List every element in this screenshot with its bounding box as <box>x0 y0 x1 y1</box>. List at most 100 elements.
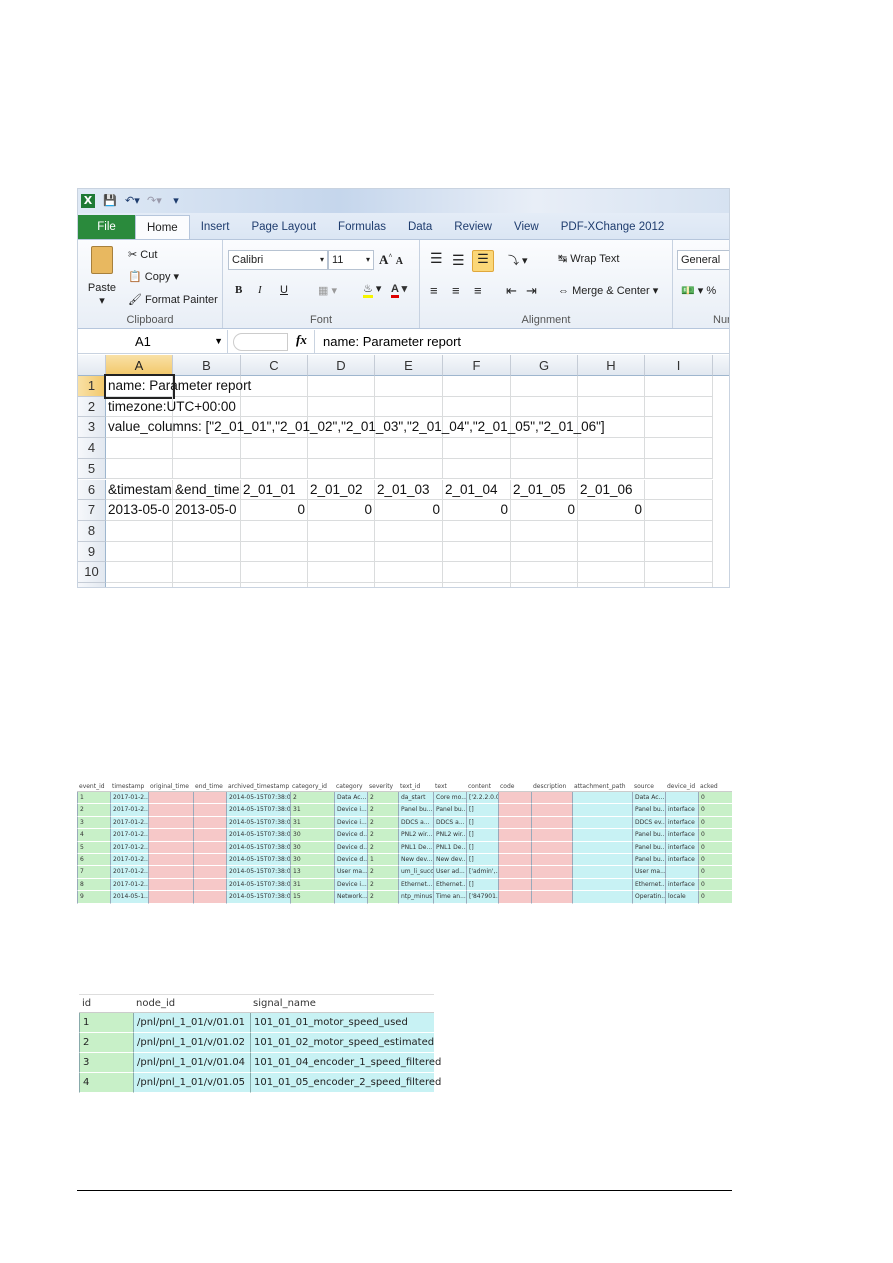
cell-E2[interactable] <box>375 396 443 418</box>
bold-button[interactable]: B <box>235 284 242 296</box>
row-header-10[interactable]: 10 <box>78 562 106 583</box>
table-row[interactable]: 7 2017-01-2... 2014-05-15T07:38:0... 13 User… <box>77 866 732 879</box>
tab-data[interactable]: Data <box>397 215 443 239</box>
cell-D9[interactable] <box>308 541 375 563</box>
column-header-F[interactable]: F <box>443 355 511 376</box>
cell-G6[interactable]: 2_01_05 <box>511 479 578 501</box>
cell-F1[interactable] <box>443 376 511 397</box>
column-header-severity[interactable]: severity <box>367 782 398 792</box>
column-header-original-time[interactable]: original_time <box>148 782 193 792</box>
cell-C10[interactable] <box>241 562 308 583</box>
table-row[interactable]: 8 2017-01-2... 2014-05-15T07:38:0... 31 Devi… <box>77 878 732 892</box>
name-box[interactable]: A1 ▼ <box>78 330 228 353</box>
cell-H6[interactable]: 2_01_06 <box>578 479 645 501</box>
cell-C8[interactable] <box>241 520 308 542</box>
table-row[interactable]: 2 2017-01-2... 2014-05-15T07:38:0... 31 Devi… <box>77 804 732 817</box>
column-header-id[interactable]: id <box>79 994 133 1013</box>
save-icon[interactable]: 💾 <box>103 194 117 208</box>
select-all-corner[interactable] <box>78 355 106 376</box>
undo-icon[interactable]: ↶▾ <box>125 194 140 208</box>
cell-D11[interactable] <box>308 583 375 587</box>
column-header-B[interactable]: B <box>173 355 241 376</box>
cell-H2[interactable] <box>578 396 645 418</box>
cell-F5[interactable] <box>443 458 511 480</box>
align-center-icon[interactable]: ≡ <box>452 283 460 298</box>
cell-G1[interactable] <box>511 376 578 397</box>
cell-E6[interactable]: 2_01_03 <box>375 479 443 501</box>
cell-D4[interactable] <box>308 438 375 459</box>
cell-H10[interactable] <box>578 562 645 583</box>
cell-E9[interactable] <box>375 541 443 563</box>
column-header-end-time[interactable]: end_time <box>193 782 226 792</box>
cell-I9[interactable] <box>645 541 713 563</box>
table-row[interactable]: 5 2017-01-2... 2014-05-15T07:38:0... 30 Devi… <box>77 841 732 854</box>
increase-indent-icon[interactable]: ⇥ <box>526 283 537 299</box>
merge-center-button[interactable]: ⇔ Merge & Center ▾ <box>558 284 658 297</box>
column-header-text[interactable]: text <box>433 782 466 792</box>
cell-B6[interactable]: &end_time <box>173 479 241 501</box>
cell-C4[interactable] <box>241 438 308 459</box>
column-header-C[interactable]: C <box>241 355 308 376</box>
formula-bar-splitter[interactable] <box>233 333 288 351</box>
cell-F7[interactable]: 0 <box>443 500 511 521</box>
cell-D7[interactable]: 0 <box>308 500 375 521</box>
tab-pdf-xchange[interactable]: PDF-XChange 2012 <box>550 215 676 239</box>
cell-I7[interactable] <box>645 500 713 521</box>
column-header-event-id[interactable]: event_id <box>77 782 110 792</box>
row-header-3[interactable]: 3 <box>78 417 106 439</box>
column-header-A[interactable]: A <box>106 355 173 376</box>
cell-D5[interactable] <box>308 458 375 480</box>
redo-icon[interactable]: ↷▾ <box>147 194 162 208</box>
cell-A4[interactable] <box>106 438 173 459</box>
cell-A7[interactable]: 2013-05-0 <box>106 500 173 521</box>
align-middle-icon[interactable]: ☰ <box>452 252 465 269</box>
column-header-acked[interactable]: acked <box>698 782 732 792</box>
align-bottom-icon[interactable]: ☰ <box>472 250 494 272</box>
tab-formulas[interactable]: Formulas <box>327 215 397 239</box>
tab-view[interactable]: View <box>503 215 550 239</box>
cell-B5[interactable] <box>173 458 241 480</box>
formula-input[interactable]: name: Parameter report <box>314 330 729 353</box>
copy-button[interactable]: 📋 Copy ▾ <box>128 270 179 283</box>
cell-B8[interactable] <box>173 520 241 542</box>
row-header-4[interactable]: 4 <box>78 438 106 459</box>
cell-G9[interactable] <box>511 541 578 563</box>
cell-I11[interactable] <box>645 583 713 587</box>
row-header-2[interactable]: 2 <box>78 396 106 418</box>
column-header-category-id[interactable]: category_id <box>290 782 334 792</box>
cell-A1[interactable]: name: Parameter report <box>104 374 251 399</box>
column-header-timestamp[interactable]: timestamp <box>110 782 148 792</box>
column-header-text-id[interactable]: text_id <box>398 782 433 792</box>
cell-H4[interactable] <box>578 438 645 459</box>
align-top-icon[interactable]: ☰ <box>430 250 443 267</box>
format-painter-button[interactable]: 🖌 Format Painter <box>128 293 218 306</box>
font-color-icon[interactable]: A ▾ <box>391 282 407 298</box>
cell-I3[interactable] <box>645 417 713 439</box>
cell-D2[interactable] <box>308 396 375 418</box>
column-header-E[interactable]: E <box>375 355 443 376</box>
cell-G4[interactable] <box>511 438 578 459</box>
cell-I4[interactable] <box>645 438 713 459</box>
tab-home[interactable]: Home <box>135 215 190 239</box>
cell-B10[interactable] <box>173 562 241 583</box>
cell-I1[interactable] <box>645 376 713 397</box>
cell-E1[interactable] <box>375 376 443 397</box>
cell-G7[interactable]: 0 <box>511 500 578 521</box>
table-row[interactable]: 4/pnl/pnl_1_01/v/01.05 101_01_05_encoder_… <box>79 1073 441 1093</box>
cell-E5[interactable] <box>375 458 443 480</box>
number-format-select[interactable]: General <box>677 250 729 270</box>
cell-D10[interactable] <box>308 562 375 583</box>
cell-B7[interactable]: 2013-05-0 <box>173 500 241 521</box>
cell-G8[interactable] <box>511 520 578 542</box>
row-header-11[interactable]: 11 <box>78 583 106 587</box>
cell-E10[interactable] <box>375 562 443 583</box>
cell-H5[interactable] <box>578 458 645 480</box>
column-header-attachment-path[interactable]: attachment_path <box>572 782 632 792</box>
column-header-code[interactable]: code <box>498 782 531 792</box>
cell-I5[interactable] <box>645 458 713 480</box>
borders-icon[interactable]: ▦ ▾ <box>318 284 337 297</box>
wrap-text-button[interactable]: ↹ Wrap Text <box>558 252 619 265</box>
table-row[interactable]: 6 2017-01-2... 2014-05-15T07:38:0... 30 Devi… <box>77 854 732 867</box>
tab-page-layout[interactable]: Page Layout <box>240 215 327 239</box>
cell-F4[interactable] <box>443 438 511 459</box>
